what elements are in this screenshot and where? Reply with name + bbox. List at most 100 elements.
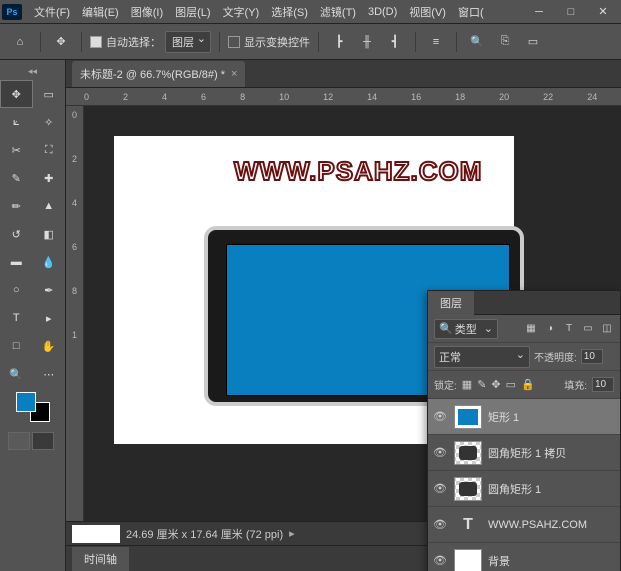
patch-tool[interactable]: ✚ [33,164,66,192]
move-tool-icon[interactable]: ✥ [49,30,73,54]
document-title: 未标题-2 @ 66.7%(RGB/8#) * [80,66,225,82]
blend-mode-select[interactable]: 正常 [434,346,530,368]
layer-item[interactable]: 👁 圆角矩形 1 拷贝 [428,435,620,471]
menu-edit[interactable]: 编辑(E) [76,1,125,23]
menu-select[interactable]: 选择(S) [265,1,314,23]
maximize-button[interactable]: □ [555,0,587,24]
layer-thumbnail[interactable] [454,477,482,501]
layer-item[interactable]: 👁 矩形 1 [428,399,620,435]
menu-bar: Ps 文件(F) 编辑(E) 图像(I) 图层(L) 文字(Y) 选择(S) 滤… [0,0,621,24]
auto-select-checkbox[interactable]: 自动选择： [90,34,161,50]
workspace-icon[interactable]: ▭ [521,30,545,54]
document-tab[interactable]: 未标题-2 @ 66.7%(RGB/8#) * × [72,61,245,87]
close-button[interactable]: ✕ [587,0,619,24]
menu-filter[interactable]: 滤镜(T) [314,1,362,23]
layer-filter-kind[interactable]: 🔍 类型 ⌄ [434,319,498,339]
visibility-icon[interactable]: 👁 [432,446,448,459]
move-tool[interactable]: ✥ [0,80,33,108]
dodge-tool[interactable]: ○ [0,276,33,304]
gradient-tool[interactable]: ▬ [0,248,33,276]
distribute-icon[interactable]: ≡ [424,30,448,54]
ruler-horizontal: 024681012141618202224 [66,88,621,106]
path-select-tool[interactable]: ▸ [33,304,66,332]
search-icon[interactable]: 🔍 [465,30,489,54]
layer-thumbnail[interactable]: T [454,513,482,537]
align-center-icon[interactable]: ╫ [355,30,379,54]
app-icon: Ps [2,4,22,20]
extra-tool[interactable]: ⋯ [33,360,66,388]
auto-select-target[interactable]: 图层 [165,31,211,53]
filter-shape-icon[interactable]: ▭ [581,322,595,336]
pen-tool[interactable]: ✒ [33,276,66,304]
timeline-tab[interactable]: 时间轴 [72,547,129,571]
layer-thumbnail[interactable] [454,549,482,571]
layer-item[interactable]: 👁 圆角矩形 1 [428,471,620,507]
lock-position-icon[interactable]: ✥ [491,378,500,391]
quickmask-mode[interactable] [32,432,54,450]
layer-name[interactable]: 圆角矩形 1 拷贝 [488,445,566,461]
eraser-tool[interactable]: ◧ [33,220,66,248]
visibility-icon[interactable]: 👁 [432,518,448,531]
filter-type-icon[interactable]: T [562,322,576,336]
hand-tool[interactable]: ✋ [33,332,66,360]
standard-mode[interactable] [8,432,30,450]
visibility-icon[interactable]: 👁 [432,410,448,423]
visibility-icon[interactable]: 👁 [432,554,448,567]
blur-tool[interactable]: 💧 [33,248,66,276]
share-icon[interactable]: ⎘ [493,30,517,54]
layer-name[interactable]: WWW.PSAHZ.COM [488,519,587,531]
minimize-button[interactable]: ─ [523,0,555,24]
foreground-color[interactable] [16,392,36,412]
layer-name[interactable]: 圆角矩形 1 [488,481,541,497]
close-tab-icon[interactable]: × [231,68,237,80]
crop-tool[interactable]: ✂ [0,136,33,164]
status-arrow-icon[interactable]: ▸ [289,527,295,540]
stamp-tool[interactable]: ▲ [33,192,66,220]
show-transform-checkbox[interactable]: 显示变换控件 [228,34,310,50]
visibility-icon[interactable]: 👁 [432,482,448,495]
align-right-icon[interactable]: ┫ [383,30,407,54]
menu-type[interactable]: 文字(Y) [217,1,266,23]
layer-thumbnail[interactable] [454,441,482,465]
marquee-tool[interactable]: ▭ [33,80,66,108]
lock-label: 锁定: [434,377,457,392]
layer-name[interactable]: 背景 [488,553,510,569]
menu-layer[interactable]: 图层(L) [169,1,216,23]
home-icon[interactable]: ⌂ [8,30,32,54]
color-swatches[interactable] [0,388,65,428]
filter-adjust-icon[interactable]: ◑ [543,322,557,336]
type-tool[interactable]: T [0,304,33,332]
lock-pixels-icon[interactable]: ▦ [462,378,472,391]
lasso-tool[interactable]: ⟀ [0,108,33,136]
history-brush-tool[interactable]: ↺ [0,220,33,248]
magic-wand-tool[interactable]: ✧ [33,108,66,136]
fill-value[interactable]: 10 [592,377,614,392]
filter-pixel-icon[interactable]: ▦ [524,322,538,336]
layer-name[interactable]: 矩形 1 [488,409,519,425]
brush-tool[interactable]: ✏ [0,192,33,220]
menu-window[interactable]: 窗口( [452,1,490,23]
align-left-icon[interactable]: ┣ [327,30,351,54]
lock-brush-icon[interactable]: ✎ [477,378,486,391]
filter-smart-icon[interactable]: ◫ [600,322,614,336]
opacity-label: 不透明度: [534,349,577,364]
lock-artboard-icon[interactable]: ▭ [506,378,516,391]
opacity-value[interactable]: 10 [581,349,603,364]
fill-label: 填充: [564,377,587,392]
menu-view[interactable]: 视图(V) [403,1,452,23]
shape-tool[interactable]: □ [0,332,33,360]
menu-file[interactable]: 文件(F) [28,1,76,23]
document-dimensions: 24.69 厘米 x 17.64 厘米 (72 ppi) [126,526,283,542]
menu-3d[interactable]: 3D(D) [362,3,403,21]
layer-item[interactable]: 👁 T WWW.PSAHZ.COM [428,507,620,543]
layer-thumbnail[interactable] [454,405,482,429]
lock-all-icon[interactable]: 🔒 [521,378,535,391]
eyedropper-tool[interactable]: ✎ [0,164,33,192]
layer-item[interactable]: 👁 背景 [428,543,620,571]
menu-image[interactable]: 图像(I) [125,1,169,23]
slice-tool[interactable]: ⛶ [33,136,66,164]
layers-panel-title[interactable]: 图层 [428,291,474,315]
zoom-tool[interactable]: 🔍 [0,360,33,388]
zoom-input[interactable] [72,525,120,543]
toolbox-collapse[interactable]: ◂◂ [0,64,65,78]
